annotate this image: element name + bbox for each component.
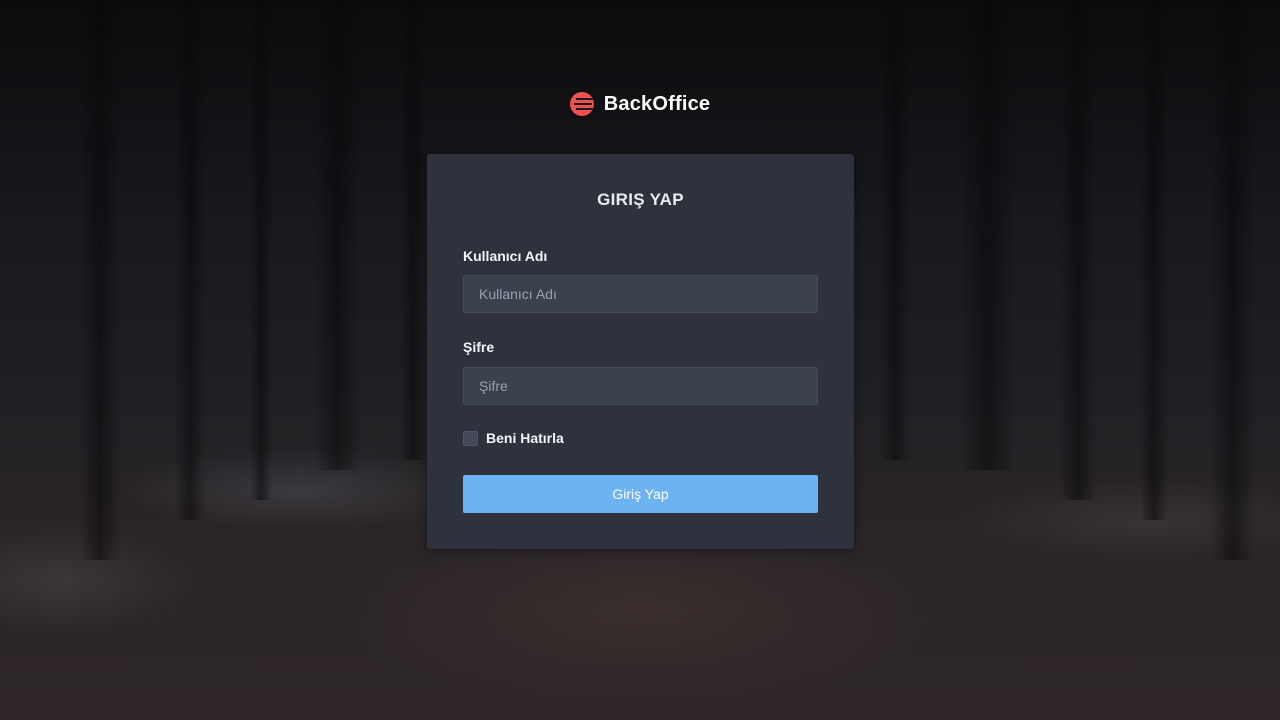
remember-me[interactable]: Beni Hatırla	[463, 430, 564, 446]
username-label: Kullanıcı Adı	[463, 248, 548, 264]
brand-logo: BackOffice	[0, 92, 1280, 116]
brand-name: BackOffice	[603, 92, 711, 115]
backoffice-logo-icon	[569, 92, 594, 116]
remember-me-checkbox[interactable]	[463, 430, 478, 446]
password-label: Şifre	[463, 339, 495, 355]
login-button[interactable]: Giriş Yap	[463, 475, 818, 513]
password-input[interactable]	[463, 367, 818, 405]
username-input[interactable]	[463, 275, 818, 313]
login-card: GIRIŞ YAP Kullanıcı Adı Şifre Beni Hatır…	[427, 154, 854, 549]
login-title: GIRIŞ YAP	[597, 190, 684, 209]
remember-me-label: Beni Hatırla	[486, 430, 564, 446]
